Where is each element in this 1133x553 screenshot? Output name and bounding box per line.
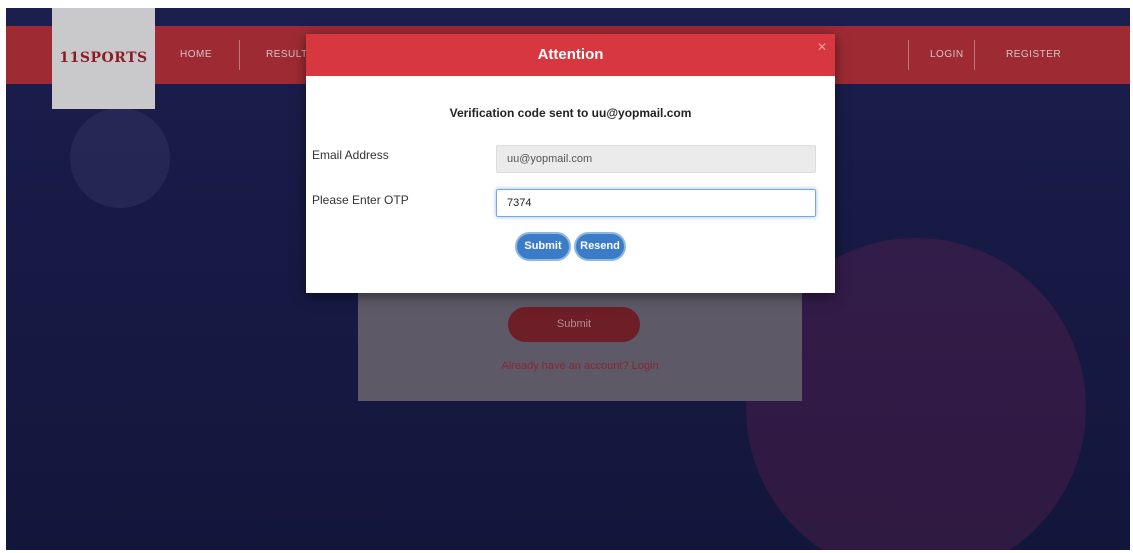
modal-title: Attention <box>537 46 604 63</box>
otp-modal: Attention ✕ Verification code sent to uu… <box>306 34 835 293</box>
email-label: Email Address <box>312 148 389 162</box>
nav-login[interactable]: LOGIN <box>930 26 964 84</box>
nav-divider <box>908 40 909 70</box>
login-link[interactable]: Already have an account? Login <box>358 360 802 372</box>
nav-register[interactable]: REGISTER <box>1006 26 1061 84</box>
nav-divider <box>239 40 240 70</box>
close-icon[interactable]: ✕ <box>817 40 827 54</box>
submit-button[interactable]: Submit <box>515 232 571 261</box>
otp-input[interactable] <box>496 189 816 217</box>
decorative-circle <box>70 108 170 208</box>
nav-divider <box>974 40 975 70</box>
nav-result[interactable]: RESULT <box>266 26 308 84</box>
verification-message: Verification code sent to uu@yopmail.com <box>449 106 692 120</box>
resend-button[interactable]: Resend <box>574 232 626 261</box>
otp-label: Please Enter OTP <box>312 193 409 207</box>
logo-text: 11SPORTS <box>59 50 148 66</box>
email-field[interactable] <box>496 145 816 173</box>
register-card: Submit Already have an account? Login <box>358 288 802 401</box>
logo[interactable]: 11SPORTS <box>52 8 155 109</box>
nav-home[interactable]: HOME <box>180 26 212 84</box>
modal-header: Attention <box>306 34 835 76</box>
register-submit-button[interactable]: Submit <box>508 307 640 342</box>
